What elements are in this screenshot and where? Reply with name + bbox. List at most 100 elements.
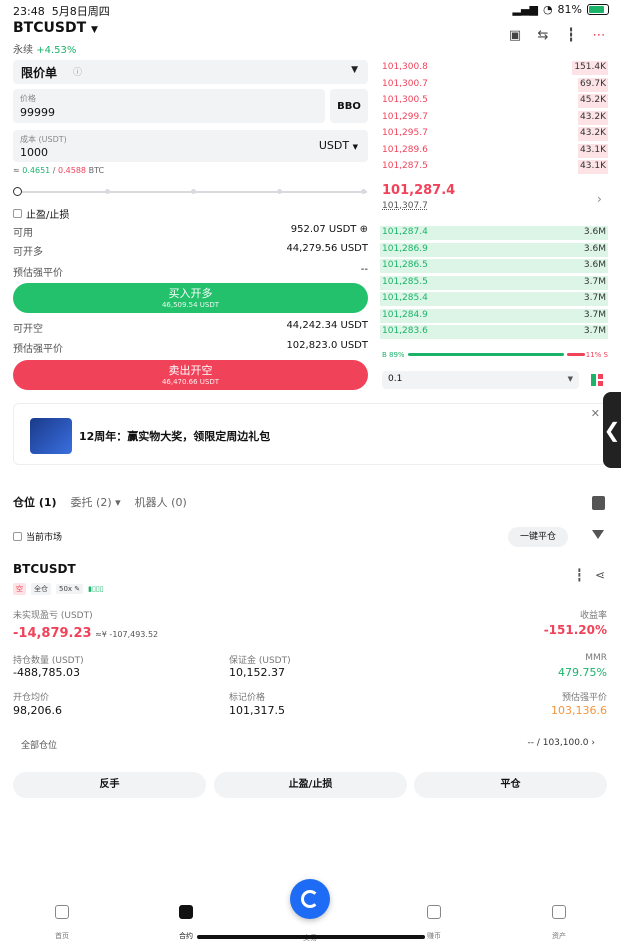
ask-row[interactable]: 101,295.7 43.2K <box>380 126 608 142</box>
tab-positions[interactable]: 仓位 (1) <box>13 494 57 510</box>
sell-short-amount: 46,470.66 USDT <box>161 378 220 386</box>
tpsl-toggle[interactable]: 止盈/止损 <box>13 206 69 221</box>
leverage-badge[interactable]: 50x ✎ <box>56 584 84 594</box>
bbo-button[interactable]: BBO <box>330 89 368 123</box>
size-value: -488,785.03 <box>13 666 80 679</box>
current-market-checkbox[interactable] <box>13 532 22 541</box>
add-funds-icon[interactable]: ⊕ <box>360 224 368 235</box>
amount-slider[interactable] <box>13 187 368 197</box>
liq-long-label: 预估强平价 <box>13 268 63 279</box>
last-price[interactable]: 101,287.4 <box>382 183 455 198</box>
bid-row[interactable]: 101,287.4 3.6M <box>380 225 608 241</box>
cost-input[interactable]: 1000 <box>20 146 48 159</box>
status-time: 23:48 5月8日周四 <box>13 5 110 18</box>
ask-row[interactable]: 101,300.7 69.7K <box>380 77 608 93</box>
bid-row[interactable]: 101,283.6 3.7M <box>380 324 608 340</box>
bid-row[interactable]: 101,286.5 3.6M <box>380 258 608 274</box>
ob-price: 101,285.5 <box>382 276 428 287</box>
tpsl-button[interactable]: 止盈/止损 <box>214 772 407 798</box>
trade-fab-button[interactable] <box>290 879 330 919</box>
ob-price: 101,286.9 <box>382 243 428 254</box>
buy-long-button[interactable]: 买入开多 46,509.54 USDT <box>13 283 368 313</box>
gift-icon[interactable]: ▣ <box>507 28 523 44</box>
exchange-icon[interactable]: ⇆ <box>535 28 551 44</box>
unrealized-pnl-value: -14,879.23 <box>13 626 92 641</box>
slider-step[interactable] <box>361 189 366 194</box>
price-input[interactable]: 99999 <box>20 106 55 119</box>
slider-knob[interactable] <box>13 187 22 196</box>
sell-short-button[interactable]: 卖出开空 46,470.66 USDT <box>13 360 368 390</box>
orderbook-layout-icon[interactable] <box>591 374 603 386</box>
top-toolbar: ▣ ⇆ ┇ ⋯ <box>507 28 607 44</box>
ask-row[interactable]: 101,300.5 45.2K <box>380 93 608 109</box>
ob-price: 101,284.9 <box>382 309 428 320</box>
nav-assets[interactable]: 资产 <box>529 905 589 941</box>
more-icon[interactable]: ⋯ <box>591 28 607 44</box>
order-type-label: 限价单 <box>21 66 58 80</box>
liq-long-row: 预估强平价 -- <box>13 264 368 279</box>
buy-ratio-label: B 89% <box>382 351 405 359</box>
tab-bots[interactable]: 机器人 (0) <box>135 494 187 510</box>
history-icon[interactable] <box>592 496 605 510</box>
cost-unit-select[interactable]: USDT ▼ <box>319 139 358 152</box>
ob-qty: 3.6M <box>583 260 606 270</box>
share-icon[interactable]: ⋖ <box>595 568 605 582</box>
sell-short-label: 卖出开空 <box>168 364 213 377</box>
slider-step[interactable] <box>105 189 110 194</box>
cost-label: 成本 (USDT) <box>20 135 67 144</box>
close-position-button[interactable]: 平仓 <box>414 772 607 798</box>
buy-long-amount: 46,509.54 USDT <box>161 301 220 309</box>
sell-ratio-label: 11% S <box>585 351 608 359</box>
bid-row[interactable]: 101,285.5 3.7M <box>380 275 608 291</box>
ask-row[interactable]: 101,300.8 151.4K <box>380 60 608 76</box>
all-positions-row[interactable]: 全部仓位 -- / 103,100.0 › <box>13 734 607 754</box>
ob-price: 101,286.5 <box>382 260 428 270</box>
mark-price-label: 标记价格 <box>229 693 266 703</box>
depth-step-select[interactable]: 0.1 ▼ <box>382 371 579 389</box>
size-label: 持仓数量 (USDT) <box>13 656 84 666</box>
reverse-button[interactable]: 反手 <box>13 772 206 798</box>
info-icon: ⓘ <box>73 68 83 78</box>
filter-icon[interactable] <box>592 530 604 539</box>
close-all-button[interactable]: 一键平仓 <box>508 527 568 547</box>
candlestick-icon[interactable]: ┇ <box>576 568 583 582</box>
promo-banner[interactable]: 12周年：赢实物大奖，领限定周边礼包 ✕ <box>13 403 607 465</box>
bid-row[interactable]: 101,286.9 3.6M <box>380 242 608 258</box>
sell-ratio-bar <box>567 353 585 356</box>
current-market-filter[interactable]: 当前市场 <box>13 530 62 543</box>
order-type-select[interactable]: 限价单 ⓘ ▼ <box>13 60 368 84</box>
ob-qty: 3.6M <box>583 243 606 254</box>
ask-row[interactable]: 101,299.7 43.2K <box>380 110 608 126</box>
slider-step[interactable] <box>277 189 282 194</box>
bid-row[interactable]: 101,284.9 3.7M <box>380 308 608 324</box>
ob-qty: 3.7M <box>583 276 606 287</box>
ob-qty: 45.2K <box>580 95 606 105</box>
ob-qty: 43.2K <box>580 128 606 138</box>
ask-row[interactable]: 101,287.5 43.1K <box>380 159 608 175</box>
nav-home[interactable]: 首页 <box>32 905 92 941</box>
symbol-selector[interactable]: BTCUSDT ▼ <box>13 20 98 36</box>
ob-price: 101,287.5 <box>382 161 428 171</box>
available-value: 952.07 USDT ⊕ <box>290 224 368 235</box>
tab-orders[interactable]: 委托 (2) ▾ <box>71 494 121 510</box>
price-field[interactable]: 价格 99999 <box>13 89 325 123</box>
position-symbol[interactable]: BTCUSDT <box>13 562 76 576</box>
close-icon[interactable]: ✕ <box>591 407 600 420</box>
side-drawer-handle[interactable]: ❮ <box>603 392 621 468</box>
can-short-row: 可开空 44,242.34 USDT <box>13 320 368 335</box>
tpsl-checkbox[interactable] <box>13 209 22 218</box>
all-positions-value: -- / 103,100.0 › <box>527 738 595 748</box>
candlestick-icon[interactable]: ┇ <box>563 28 579 44</box>
margin-label: 保证金 (USDT) <box>229 656 291 666</box>
can-short-label: 可开空 <box>13 324 43 335</box>
chevron-right-icon[interactable]: › <box>597 192 602 206</box>
symbol-subtitle: 永续 +4.53% <box>13 45 77 56</box>
liq-short-value: 102,823.0 USDT <box>286 340 368 351</box>
bid-row[interactable]: 101,285.4 3.7M <box>380 291 608 307</box>
ob-qty: 3.7M <box>583 309 606 320</box>
slider-step[interactable] <box>191 189 196 194</box>
ob-price: 101,285.4 <box>382 293 428 303</box>
ask-row[interactable]: 101,289.6 43.1K <box>380 143 608 159</box>
promo-image <box>30 418 72 454</box>
cost-field[interactable]: 成本 (USDT) 1000 USDT ▼ <box>13 130 368 162</box>
